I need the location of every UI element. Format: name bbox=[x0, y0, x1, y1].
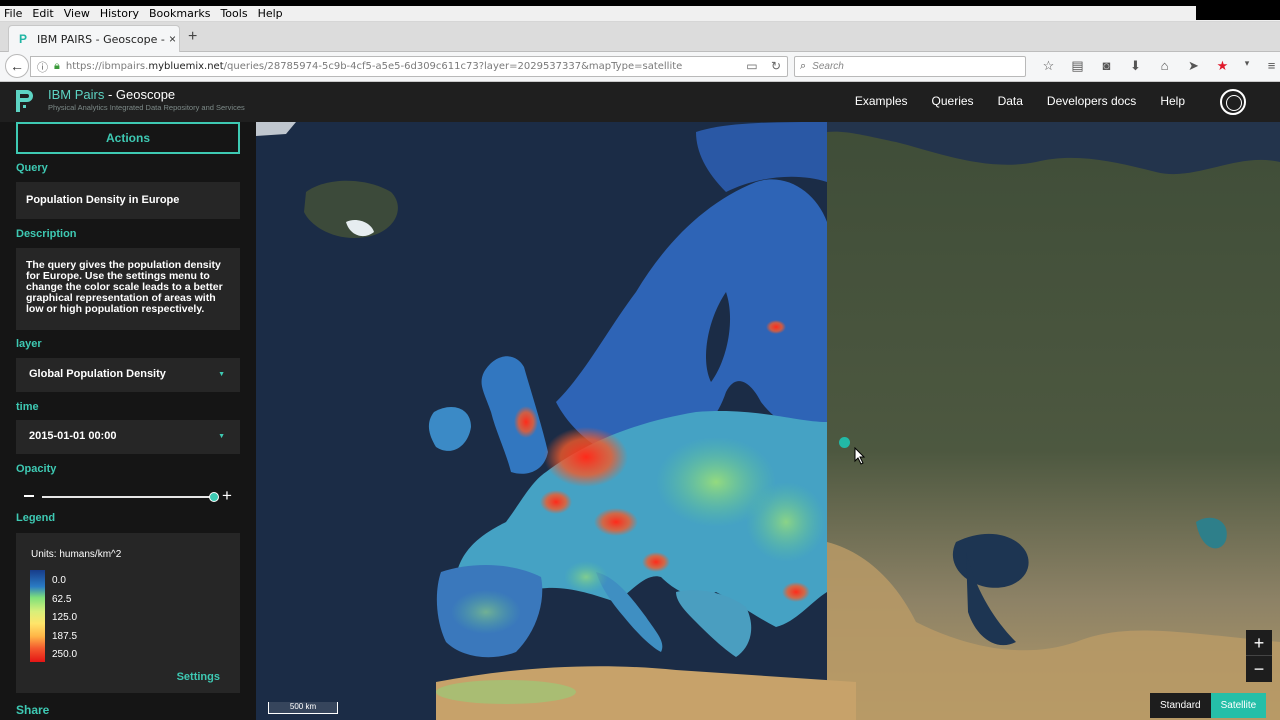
opacity-thumb[interactable] bbox=[209, 492, 219, 502]
description-label: Description bbox=[16, 228, 77, 240]
url-text: https://ibmpairs.mybluemix.net/queries/2… bbox=[65, 61, 683, 72]
browser-tabbar: P IBM PAIRS - Geoscope - Po... × + bbox=[0, 22, 1280, 52]
layer-select[interactable]: Global Population Density ▼ bbox=[16, 358, 240, 392]
hamburger-menu-icon[interactable]: ≡ bbox=[1257, 58, 1280, 74]
plus-icon[interactable]: + bbox=[222, 487, 232, 504]
opacity-slider[interactable]: + bbox=[16, 486, 240, 506]
legend-value: 187.5 bbox=[52, 630, 78, 642]
settings-link[interactable]: Settings bbox=[177, 671, 220, 683]
legend-color-scale bbox=[30, 570, 45, 662]
map-scale-bar: 500 km bbox=[268, 702, 338, 714]
layer-select-value: Global Population Density bbox=[29, 368, 166, 380]
tab-title: IBM PAIRS - Geoscope - Po... bbox=[37, 32, 165, 46]
menu-file[interactable]: File bbox=[4, 7, 22, 20]
app-nav: Examples Queries Data Developers docs He… bbox=[831, 94, 1185, 108]
map-canvas[interactable] bbox=[256, 122, 1280, 720]
satellite-map-image bbox=[256, 122, 1280, 720]
overflow-chevron-icon[interactable]: ▾ bbox=[1237, 58, 1257, 74]
menubar-black-region bbox=[1196, 6, 1280, 20]
legend-label: Legend bbox=[16, 512, 56, 524]
menu-view[interactable]: View bbox=[64, 7, 90, 20]
new-tab-icon[interactable]: + bbox=[188, 28, 197, 46]
time-select-value: 2015-01-01 00:00 bbox=[29, 430, 117, 442]
nav-help[interactable]: Help bbox=[1160, 94, 1185, 108]
nav-data[interactable]: Data bbox=[998, 94, 1023, 108]
opacity-track[interactable] bbox=[42, 496, 214, 498]
pocket-icon[interactable]: ◙ bbox=[1092, 58, 1121, 74]
close-tab-icon[interactable]: × bbox=[169, 32, 176, 46]
browser-tab-active[interactable]: P IBM PAIRS - Geoscope - Po... × bbox=[8, 25, 180, 52]
search-placeholder: Search bbox=[812, 61, 844, 72]
lock-icon: 🔒︎ bbox=[54, 60, 60, 72]
search-icon: ⌕ bbox=[800, 60, 807, 72]
home-icon[interactable]: ⌂ bbox=[1150, 58, 1179, 74]
pairs-logo-icon bbox=[16, 90, 33, 112]
minus-icon[interactable] bbox=[24, 495, 34, 497]
zoom-control: + − bbox=[1246, 630, 1272, 682]
time-label: time bbox=[16, 401, 39, 413]
url-bar[interactable]: ⓘ 🔒︎ https://ibmpairs.mybluemix.net/quer… bbox=[30, 56, 788, 77]
reload-icon[interactable]: ↻ bbox=[771, 59, 781, 73]
browser-menubar: File Edit View History Bookmarks Tools H… bbox=[0, 6, 1280, 22]
mouse-cursor-icon bbox=[854, 447, 866, 465]
user-account-icon[interactable] bbox=[1220, 89, 1246, 115]
share-label[interactable]: Share bbox=[16, 703, 49, 717]
opacity-label: Opacity bbox=[16, 463, 57, 475]
info-icon[interactable]: ⓘ bbox=[37, 59, 48, 75]
toolbar-icons: ☆ ▤ ◙ ⬇ ⌂ ➤ ★ ▾ ≡ bbox=[1034, 58, 1280, 74]
actions-button[interactable]: Actions bbox=[16, 122, 240, 154]
legend-value: 62.5 bbox=[52, 593, 72, 605]
app-header: IBM Pairs - Geoscope Physical Analytics … bbox=[0, 82, 1280, 122]
menu-edit[interactable]: Edit bbox=[32, 7, 53, 20]
legend-value: 0.0 bbox=[52, 575, 66, 586]
legend-box: Units: humans/km^2 0.0 62.5 125.0 187.5 … bbox=[16, 533, 240, 693]
legend-values: 0.0 62.5 125.0 187.5 250.0 bbox=[52, 575, 77, 668]
back-button[interactable]: ← bbox=[5, 54, 29, 78]
sidebar: Actions Query Population Density in Euro… bbox=[0, 122, 256, 720]
nav-examples[interactable]: Examples bbox=[855, 94, 908, 108]
menu-bookmarks[interactable]: Bookmarks bbox=[149, 7, 210, 20]
app-tagline: Physical Analytics Integrated Data Repos… bbox=[48, 103, 245, 112]
basemap-switcher: Standard Satellite bbox=[1150, 693, 1267, 718]
download-icon[interactable]: ⬇ bbox=[1121, 58, 1150, 74]
app-brand[interactable]: IBM Pairs - Geoscope bbox=[48, 87, 175, 102]
zoom-in-button[interactable]: + bbox=[1246, 630, 1272, 656]
bookmark-star-icon[interactable]: ☆ bbox=[1034, 58, 1063, 74]
reader-view-icon[interactable]: ▭ bbox=[746, 59, 757, 73]
chevron-down-icon: ▼ bbox=[218, 433, 225, 440]
search-bar[interactable]: ⌕ Search bbox=[794, 56, 1026, 77]
legend-value: 125.0 bbox=[52, 612, 78, 623]
time-select[interactable]: 2015-01-01 00:00 ▼ bbox=[16, 420, 240, 454]
legend-value: 250.0 bbox=[52, 649, 78, 660]
nav-developers-docs[interactable]: Developers docs bbox=[1047, 94, 1136, 108]
pairs-favicon-icon: P bbox=[19, 32, 28, 46]
layer-label: layer bbox=[16, 338, 42, 350]
basemap-satellite-button[interactable]: Satellite bbox=[1210, 693, 1267, 718]
menu-help[interactable]: Help bbox=[258, 7, 283, 20]
menu-history[interactable]: History bbox=[100, 7, 139, 20]
description-value: The query gives the population density f… bbox=[16, 248, 240, 330]
send-icon[interactable]: ➤ bbox=[1179, 58, 1208, 74]
browser-navbar: ← ⓘ 🔒︎ https://ibmpairs.mybluemix.net/qu… bbox=[0, 52, 1280, 82]
menu-tools[interactable]: Tools bbox=[220, 7, 247, 20]
url-actions: ▭ ↻ bbox=[746, 59, 781, 73]
zoom-out-button[interactable]: − bbox=[1246, 656, 1272, 682]
chevron-down-icon: ▼ bbox=[218, 371, 225, 378]
legend-units: Units: humans/km^2 bbox=[31, 549, 122, 560]
basemap-standard-button[interactable]: Standard bbox=[1150, 693, 1211, 718]
nav-queries[interactable]: Queries bbox=[932, 94, 974, 108]
reading-list-icon[interactable]: ▤ bbox=[1063, 58, 1092, 74]
query-value: Population Density in Europe bbox=[16, 182, 240, 219]
query-label: Query bbox=[16, 162, 48, 174]
location-marker[interactable] bbox=[839, 437, 850, 448]
extension-star-icon[interactable]: ★ bbox=[1208, 58, 1237, 74]
